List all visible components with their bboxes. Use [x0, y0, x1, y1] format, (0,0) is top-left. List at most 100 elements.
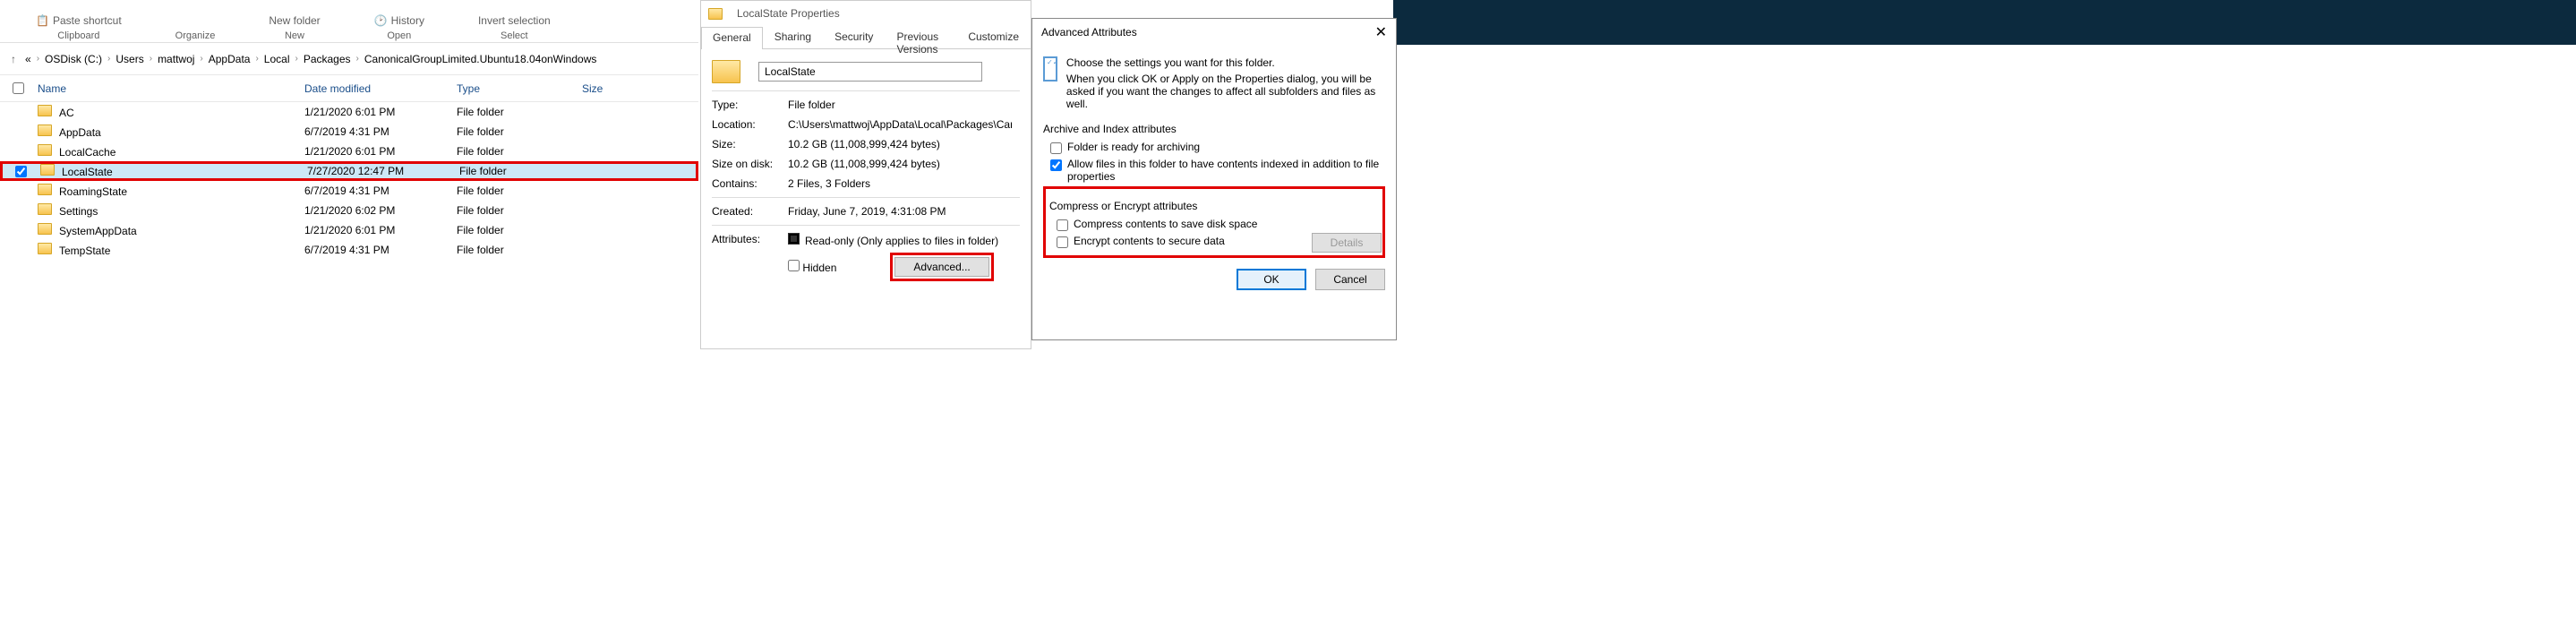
background-strip	[1393, 0, 2576, 45]
col-header-date[interactable]: Date modified	[304, 82, 457, 95]
new-folder-button[interactable]: New folder	[269, 14, 320, 27]
file-date: 6/7/2019 4:31 PM	[304, 244, 457, 256]
nav-up-icon[interactable]: ↑	[7, 51, 20, 67]
file-type: File folder	[457, 145, 582, 158]
file-type: File folder	[459, 165, 585, 177]
crumb-user[interactable]: mattwoj	[158, 53, 194, 65]
chevron-right-icon: ›	[255, 54, 258, 64]
explorer-window: 📋Paste shortcut Clipboard Organize New f…	[0, 0, 698, 644]
folder-icon	[40, 164, 55, 176]
crumb-osdisk[interactable]: OSDisk (C:)	[45, 53, 102, 65]
file-name: Settings	[59, 205, 98, 218]
file-name: RoamingState	[59, 185, 127, 198]
crumb-local[interactable]: Local	[264, 53, 290, 65]
file-type: File folder	[457, 204, 582, 217]
crumb-canonical[interactable]: CanonicalGroupLimited.Ubuntu18.04onWindo…	[364, 53, 597, 65]
properties-tabs: General Sharing Security Previous Versio…	[701, 26, 1031, 49]
advanced-title: Advanced Attributes	[1041, 26, 1137, 39]
file-name: AC	[59, 107, 74, 119]
folder-icon	[38, 125, 52, 136]
ribbon-group-organize: Organize	[175, 0, 216, 43]
tab-security[interactable]: Security	[823, 26, 885, 48]
folder-icon	[38, 184, 52, 195]
paste-icon: 📋	[36, 14, 49, 27]
col-header-size[interactable]: Size	[582, 82, 654, 95]
table-row[interactable]: RoamingState6/7/2019 4:31 PMFile folder	[0, 181, 698, 201]
select-all-checkbox[interactable]	[13, 82, 24, 94]
ribbon-label-select: Select	[501, 30, 528, 41]
ribbon-label-new: New	[285, 30, 304, 41]
encrypt-checkbox[interactable]	[1057, 236, 1068, 248]
folder-large-icon	[712, 60, 740, 83]
label-created: Created:	[712, 205, 788, 218]
allow-index-checkbox[interactable]	[1050, 159, 1062, 171]
col-header-type[interactable]: Type	[457, 82, 582, 95]
file-type: File folder	[457, 185, 582, 197]
advanced-titlebar: Advanced Attributes ✕	[1032, 19, 1396, 46]
allow-index-label: Allow files in this folder to have conte…	[1067, 158, 1385, 183]
crumb-users[interactable]: Users	[116, 53, 143, 65]
value-type: File folder	[788, 99, 835, 111]
folder-icon	[708, 8, 723, 20]
history-button[interactable]: 🕑History	[374, 14, 424, 27]
tab-sharing[interactable]: Sharing	[763, 26, 823, 48]
readonly-checkbox[interactable]	[788, 233, 800, 245]
folder-name-input[interactable]	[758, 62, 982, 82]
file-type: File folder	[457, 106, 582, 118]
table-row[interactable]: LocalState7/27/2020 12:47 PMFile folder	[0, 161, 698, 181]
properties-dialog: LocalState Properties General Sharing Se…	[700, 0, 1031, 349]
table-row[interactable]: AC1/21/2020 6:01 PMFile folder	[0, 102, 698, 122]
compress-checkbox[interactable]	[1057, 219, 1068, 231]
crumb-packages[interactable]: Packages	[304, 53, 351, 65]
col-header-name[interactable]: Name	[36, 82, 304, 95]
tab-previous-versions[interactable]: Previous Versions	[885, 26, 956, 48]
cancel-button[interactable]: Cancel	[1315, 269, 1385, 290]
chevron-right-icon: ›	[200, 54, 202, 64]
list-header: Name Date modified Type Size	[0, 75, 698, 102]
archive-ready-checkbox[interactable]	[1050, 142, 1062, 154]
label-size: Size:	[712, 138, 788, 150]
table-row[interactable]: LocalCache1/21/2020 6:01 PMFile folder	[0, 142, 698, 161]
value-contains: 2 Files, 3 Folders	[788, 177, 870, 190]
row-checkbox[interactable]	[15, 166, 27, 177]
chevron-right-icon: ›	[150, 54, 152, 64]
close-icon[interactable]: ✕	[1375, 23, 1387, 41]
advanced-desc-2: When you click OK or Apply on the Proper…	[1066, 73, 1385, 110]
ribbon: 📋Paste shortcut Clipboard Organize New f…	[0, 0, 698, 43]
table-row[interactable]: Settings 1/21/2020 6:02 PMFile folder	[0, 201, 698, 220]
file-date: 6/7/2019 4:31 PM	[304, 125, 457, 138]
chevron-right-icon: ›	[107, 54, 110, 64]
properties-title: LocalState Properties	[737, 7, 840, 20]
file-name: AppData	[59, 126, 101, 139]
invert-selection-button[interactable]: Invert selection	[478, 14, 551, 27]
file-date: 1/21/2020 6:01 PM	[304, 224, 457, 236]
crumb-appdata[interactable]: AppData	[209, 53, 251, 65]
breadcrumb[interactable]: ↑ « › OSDisk (C:) › Users › mattwoj › AppDat…	[0, 43, 698, 75]
file-date: 1/21/2020 6:01 PM	[304, 145, 457, 158]
folder-icon	[38, 105, 52, 116]
ribbon-group-open: 🕑History Open	[374, 0, 424, 43]
value-size: 10.2 GB (11,008,999,424 bytes)	[788, 138, 940, 150]
archive-section-title: Archive and Index attributes	[1043, 123, 1385, 135]
ok-button[interactable]: OK	[1237, 269, 1306, 290]
crumb-root[interactable]: «	[25, 53, 31, 65]
file-date: 7/27/2020 12:47 PM	[307, 165, 459, 177]
properties-titlebar: LocalState Properties	[701, 1, 1031, 26]
history-icon: 🕑	[374, 14, 388, 27]
paste-shortcut-button[interactable]: 📋Paste shortcut	[36, 14, 122, 27]
table-row[interactable]: AppData6/7/2019 4:31 PMFile folder	[0, 122, 698, 142]
ribbon-label-clipboard: Clipboard	[57, 30, 99, 41]
file-date: 1/21/2020 6:02 PM	[304, 204, 457, 217]
ribbon-group-select: Invert selection Select	[478, 0, 551, 43]
encrypt-section-title: Compress or Encrypt attributes	[1049, 200, 1379, 212]
tab-general[interactable]: General	[701, 27, 763, 49]
chevron-right-icon: ›	[37, 54, 39, 64]
folder-icon	[38, 203, 52, 215]
file-list: AC1/21/2020 6:01 PMFile folderAppData6/7…	[0, 102, 698, 260]
tab-customize[interactable]: Customize	[956, 26, 1031, 48]
hidden-checkbox[interactable]	[788, 260, 800, 271]
table-row[interactable]: SystemAppData1/21/2020 6:01 PMFile folde…	[0, 220, 698, 240]
advanced-button[interactable]: Advanced...	[894, 257, 988, 277]
table-row[interactable]: TempState6/7/2019 4:31 PMFile folder	[0, 240, 698, 260]
details-button[interactable]: Details	[1312, 233, 1382, 253]
